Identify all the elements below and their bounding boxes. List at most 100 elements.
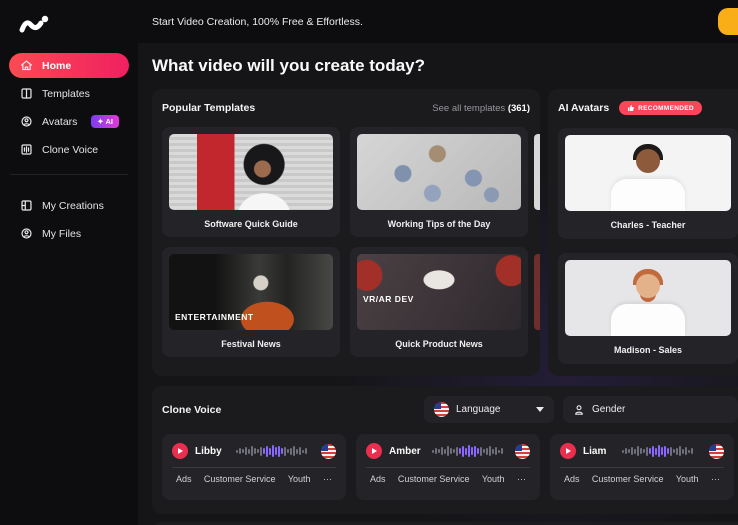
recommended-badge: RECOMMENDED [619,101,702,115]
upgrade-button[interactable] [718,8,738,35]
person-icon [573,404,585,416]
templates-icon [19,87,33,101]
avatar-name: Madison - Sales [565,336,731,364]
voice-card-list: Libby Ads Customer Service Youth ··· Amb… [162,434,738,500]
voice-card[interactable]: Libby Ads Customer Service Youth ··· [162,434,346,500]
template-thumbnail-software-quick-guide [169,134,333,210]
voice-card-divider [560,467,724,468]
sidebar-item-label: Avatars [42,116,77,128]
sidebar-item-clone-voice[interactable]: Clone Voice [9,137,129,162]
play-button[interactable] [366,443,382,459]
voice-tag[interactable]: Ads [564,474,580,484]
see-all-templates-link[interactable]: See all templates (361) [432,103,530,114]
avatar-card[interactable]: Charles - Teacher [558,128,738,239]
next-template-peek [534,134,540,210]
creations-icon [19,199,33,213]
voice-card[interactable]: Liam Ads Customer Service Youth ··· [550,434,734,500]
voice-tag[interactable]: Customer Service [398,474,470,484]
sidebar-item-label: Clone Voice [42,144,98,156]
template-title: Festival News [169,330,333,357]
template-thumbnail-quick-product-news: VR/AR DEV [357,254,521,330]
template-card[interactable]: VR/AR DEV Quick Product News [350,247,528,357]
voice-name: Liam [583,446,606,457]
clone-voice-title: Clone Voice [162,404,221,416]
language-dropdown-label: Language [456,404,501,415]
ai-avatars-header: AI Avatars RECOMMENDED [558,99,738,117]
main-content: What video will you create today? Popula… [138,43,738,525]
voice-tag[interactable]: Ads [176,474,192,484]
voice-tags: Ads Customer Service Youth ··· [172,474,336,484]
gender-dropdown[interactable]: Gender [563,396,738,423]
sidebar-item-templates[interactable]: Templates [9,81,129,106]
avatar-card[interactable]: Madison - Sales [558,253,738,364]
topbar-message: Start Video Creation, 100% Free & Effort… [152,16,363,28]
waveform [613,444,702,459]
play-button[interactable] [560,443,576,459]
gender-dropdown-label: Gender [592,404,625,415]
avatar-icon [19,115,33,129]
page-title: What video will you create today? [152,56,738,76]
template-thumbnail-festival-news: ENTERTAINMENT [169,254,333,330]
sidebar-item-label: My Creations [42,200,104,212]
language-dropdown[interactable]: Language [424,396,554,423]
sidebar-item-avatars[interactable]: Avatars ✦ AI [9,109,129,134]
voice-card-divider [366,467,530,468]
waveform [229,444,314,459]
templates-count: (361) [508,103,530,114]
voice-equalizer-icon [19,143,33,157]
ai-avatars-title: AI Avatars [558,102,609,114]
clone-voice-panel: Clone Voice Language Gender Libby [152,386,738,514]
template-thumbnail-working-tips [357,134,521,210]
voice-card-divider [172,467,336,468]
thumbs-up-icon [627,104,635,112]
next-template-peek [534,254,540,330]
sidebar-nav-secondary: My Creations My Files [0,193,138,246]
template-grid: Software Quick Guide Working Tips of the… [162,127,530,357]
template-card[interactable]: ENTERTAINMENT Festival News [162,247,340,357]
sidebar-item-my-creations[interactable]: My Creations [9,193,129,218]
template-card[interactable]: Software Quick Guide [162,127,340,237]
thumbnail-overlay-text: ENTERTAINMENT [175,312,254,322]
home-icon [19,59,33,73]
ai-avatars-panel: AI Avatars RECOMMENDED Charles - Teacher [548,89,738,376]
ai-badge: ✦ AI [91,115,119,128]
clone-voice-header: Clone Voice Language Gender [162,396,738,423]
waveform [428,444,508,459]
sidebar-item-label: Templates [42,88,90,100]
popular-templates-panel: Popular Templates See all templates (361… [152,89,540,376]
sidebar-divider [10,174,128,175]
voice-tag[interactable]: Customer Service [592,474,664,484]
us-flag-icon [709,444,724,459]
voice-name: Libby [195,446,222,457]
top-panels-row: Popular Templates See all templates (361… [152,89,738,376]
template-title: Working Tips of the Day [357,210,521,237]
popular-templates-header: Popular Templates See all templates (361… [162,99,530,117]
avatar-photo-charles [565,135,731,211]
sidebar: Home Templates Avatars ✦ AI Clone Voice [0,0,138,525]
popular-templates-title: Popular Templates [162,102,255,114]
voice-tag[interactable]: Youth [676,474,699,484]
more-tags-button[interactable]: ··· [323,474,332,484]
more-tags-button[interactable]: ··· [711,474,720,484]
voice-tag[interactable]: Ads [370,474,386,484]
voice-tag[interactable]: Youth [288,474,311,484]
voice-tag[interactable]: Youth [482,474,505,484]
sidebar-item-home[interactable]: Home [9,53,129,78]
sidebar-nav: Home Templates Avatars ✦ AI Clone Voice [0,53,138,162]
play-button[interactable] [172,443,188,459]
voice-tag[interactable]: Customer Service [204,474,276,484]
files-icon [19,227,33,241]
voice-card[interactable]: Amber Ads Customer Service Youth ··· [356,434,540,500]
template-card[interactable]: Working Tips of the Day [350,127,528,237]
app-logo [17,13,51,35]
sidebar-item-label: Home [42,60,71,72]
voice-tags: Ads Customer Service Youth ··· [366,474,530,484]
sidebar-item-my-files[interactable]: My Files [9,221,129,246]
template-title: Quick Product News [357,330,521,357]
avatar-name: Charles - Teacher [565,211,731,239]
sparkle-icon: ✦ [97,117,103,126]
us-flag-icon [434,402,449,417]
us-flag-icon [321,444,336,459]
more-tags-button[interactable]: ··· [517,474,526,484]
voice-tags: Ads Customer Service Youth ··· [560,474,724,484]
